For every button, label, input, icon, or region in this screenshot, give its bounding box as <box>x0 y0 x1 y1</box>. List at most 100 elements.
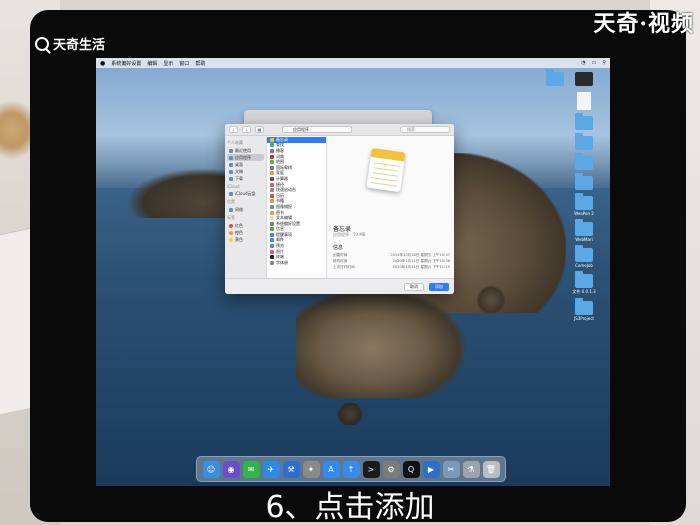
app-store-icon[interactable]: A <box>322 460 340 478</box>
folder-icon <box>575 153 593 170</box>
desktop-item[interactable]: JS3Project <box>574 298 594 321</box>
mac-screen: ● 系统偏好设置 编辑 显示 窗口 帮助 ◔ ▭ ⚲ WeaPon 2 WebMa… <box>96 58 610 486</box>
qq-icon[interactable]: Q <box>402 460 420 478</box>
sidebar-item-label: 黄色 <box>235 236 243 242</box>
cancel-button[interactable]: 取消 <box>404 283 424 291</box>
siri-icon[interactable]: ◉ <box>222 460 240 478</box>
preview-row-key: 修改时间 <box>333 259 348 263</box>
safari-icon[interactable]: ✈ <box>262 460 280 478</box>
battery-icon[interactable]: ▭ <box>592 60 597 66</box>
disk-icon <box>575 72 593 86</box>
sidebar-item[interactable]: 下载 <box>227 175 264 182</box>
utility-icon[interactable]: ⚗ <box>462 460 480 478</box>
folder-icon <box>574 298 593 315</box>
sidebar-icon <box>229 162 233 167</box>
folder-icon <box>546 69 564 86</box>
desktop-item[interactable] <box>575 133 593 150</box>
app-icon <box>270 216 274 221</box>
desktop-item[interactable]: ComeJob <box>575 245 593 268</box>
app-icon <box>270 182 274 187</box>
sidebar-icon <box>229 155 233 160</box>
sidebar-item-label: iCloud云盘 <box>235 190 256 196</box>
menu-item-window[interactable]: 窗口 <box>179 60 189 67</box>
sidebar-item[interactable]: 红色 <box>227 222 264 229</box>
trash-icon[interactable]: 🗑 <box>482 460 500 478</box>
desktop-item[interactable] <box>575 113 593 130</box>
desktop-item[interactable]: WebMari <box>575 219 593 242</box>
search-icon[interactable]: ⚲ <box>602 60 606 66</box>
xcode-icon[interactable]: ⚒ <box>282 460 300 478</box>
wechat-icon[interactable]: ✉ <box>242 460 260 478</box>
sidebar-item[interactable]: 最近使用 <box>227 147 264 154</box>
desktop-item-label: JS3Project <box>574 316 594 321</box>
desktop-item[interactable]: WeaPon 2 <box>574 193 594 216</box>
preview-row: 上次打开时间 2020年1月11日 星期六 下午12:15 <box>333 265 450 270</box>
app-icon <box>270 221 274 226</box>
desktop-item[interactable] <box>575 173 593 190</box>
sidebar-icon <box>229 191 233 196</box>
launchpad-icon[interactable]: ✦ <box>302 460 320 478</box>
wifi-icon[interactable]: ◔ <box>581 60 585 66</box>
view-mode-button[interactable]: ▦ <box>255 126 264 133</box>
preview-info-header: 信息 <box>333 245 344 251</box>
brand-left-text: 天奇生活 <box>53 38 106 53</box>
back-button[interactable]: ‹ <box>229 126 238 133</box>
menu-item-help[interactable]: 帮助 <box>195 60 205 67</box>
desktop-item[interactable]: 文件 0.0.1.3 <box>572 271 596 295</box>
sidebar-section-header: 位置 <box>227 199 235 204</box>
add-button[interactable]: 添加 <box>429 283 449 291</box>
folder-icon <box>575 133 593 150</box>
sidebar-item-label: 红色 <box>235 222 243 228</box>
path-popup[interactable]: 应用程序 <box>282 126 352 133</box>
apple-icon[interactable]: ● <box>100 60 105 67</box>
sidebar-section-header: 个人收藏 <box>227 140 243 145</box>
desktop-item[interactable] <box>575 72 593 86</box>
menu-bar: ● 系统偏好设置 编辑 显示 窗口 帮助 ◔ ▭ ⚲ <box>96 58 610 68</box>
sidebar-item-label: 桌面 <box>235 161 243 167</box>
app-icon <box>270 137 274 142</box>
upload-icon[interactable]: ↑ <box>342 460 360 478</box>
add-app-dialog: ‹ › ▦ 应用程序 搜索 个人收藏 最近使用 应用程序 桌面 文稿 下载 iCloud iC… <box>225 124 454 294</box>
sidebar-item[interactable]: 网络 <box>227 206 264 213</box>
desktop-item[interactable] <box>575 153 593 170</box>
sidebar-item[interactable]: 黄色 <box>227 236 264 243</box>
sidebar-item[interactable]: iCloud云盘 <box>227 190 264 197</box>
quicktime-icon[interactable]: ▶ <box>422 460 440 478</box>
dialog-body: 个人收藏 最近使用 应用程序 桌面 文稿 下载 iCloud iCloud云盘 位置 网络 标签 红色… <box>225 136 454 278</box>
app-list-item-label: 字体册 <box>276 259 288 265</box>
sidebar-item[interactable]: 应用程序 <box>227 154 264 161</box>
sidebar-item-label: 应用程序 <box>235 154 251 160</box>
app-icon <box>270 193 274 198</box>
preview-icon[interactable]: ✂ <box>442 460 460 478</box>
menu-item-edit[interactable]: 编辑 <box>147 60 157 67</box>
sidebar-item-label: 下载 <box>235 175 243 181</box>
dialog-footer: 取消 添加 <box>225 278 454 294</box>
dialog-sidebar: 个人收藏 最近使用 应用程序 桌面 文稿 下载 iCloud iCloud云盘 位置 网络 标签 红色… <box>225 136 267 278</box>
sidebar-icon <box>229 169 233 174</box>
sidebar-item[interactable]: 桌面 <box>227 161 264 168</box>
finder-icon[interactable]: ☺ <box>202 460 220 478</box>
desktop-item-label: WeaPon 2 <box>574 211 594 216</box>
preview-row-value: 2020年1月11日 星期六 下午10:38 <box>392 259 450 263</box>
preview-row: 创建时间 2019年10月18日 星期五 上午10:37 <box>333 253 450 258</box>
desktop-item[interactable] <box>577 92 591 110</box>
desktop-item-label: WebMari <box>575 237 593 242</box>
forward-button[interactable]: › <box>242 126 251 133</box>
brand-logo-right: 天奇·视频 <box>593 11 694 37</box>
tag-dot-icon <box>229 223 233 228</box>
rock-tiny <box>336 403 364 425</box>
sidebar-item-label: 最近使用 <box>235 147 251 153</box>
folder-icon <box>575 219 593 236</box>
menu-item-view[interactable]: 显示 <box>163 60 173 67</box>
app-icon <box>270 188 274 193</box>
app-icon <box>270 244 274 249</box>
app-list-item[interactable]: 字体册 <box>267 260 326 266</box>
sidebar-item[interactable]: 橙色 <box>227 229 264 236</box>
desktop-item-folder-top[interactable] <box>546 69 564 86</box>
search-field[interactable]: 搜索 <box>400 126 450 133</box>
sidebar-item[interactable]: 文稿 <box>227 168 264 175</box>
sidebar-section-header: 标签 <box>227 215 235 220</box>
system-preferences-icon[interactable]: ⚙ <box>382 460 400 478</box>
menu-item-app[interactable]: 系统偏好设置 <box>111 60 141 67</box>
terminal-icon[interactable]: > <box>362 460 380 478</box>
